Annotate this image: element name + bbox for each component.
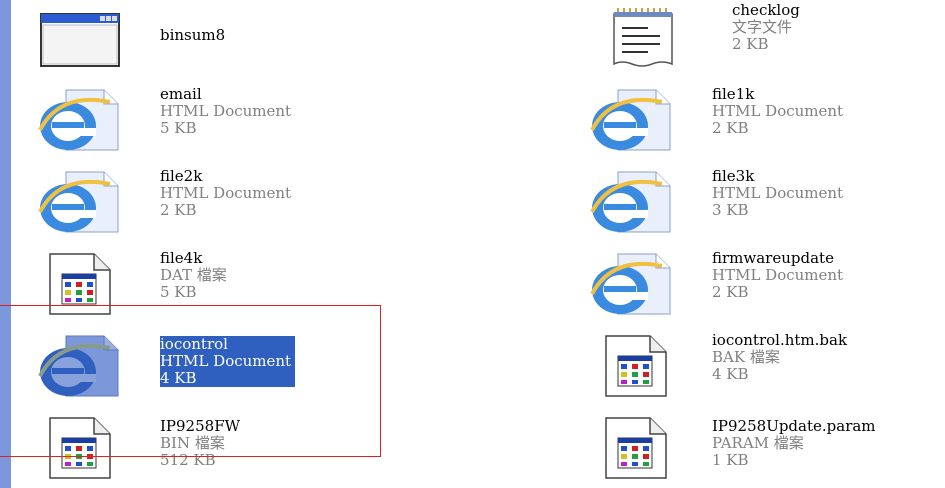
ie-html-icon: [590, 88, 674, 152]
file-item-ip9258fw[interactable]: IP9258FW BIN 檔案 512 KB: [0, 412, 330, 482]
generic-file-icon: [604, 416, 688, 480]
notepad-text-icon: [610, 4, 694, 68]
ie-html-icon: [590, 170, 674, 234]
file-size: 5 KB: [160, 283, 197, 301]
file-item-checklog[interactable]: checklog 文字文件 2 KB: [610, 0, 940, 70]
file-name: file2k: [160, 167, 203, 185]
file-item-email[interactable]: email HTML Document 5 KB: [0, 84, 330, 154]
file-item-binsum8[interactable]: binsum8: [0, 0, 330, 70]
file-type: DAT 檔案: [160, 266, 227, 284]
file-size: 2 KB: [732, 35, 769, 53]
file-type: HTML Document: [160, 102, 292, 120]
file-name: IP9258Update.param: [712, 417, 876, 435]
file-size: 2 KB: [712, 283, 749, 301]
file-name: IP9258FW: [160, 417, 241, 435]
file-size: 512 KB: [160, 451, 216, 469]
ie-html-icon: [38, 334, 122, 398]
file-item-iocontrol-htm-bak[interactable]: iocontrol.htm.bak BAK 檔案 4 KB: [600, 330, 930, 400]
file-item-ip9258update-param[interactable]: IP9258Update.param PARAM 檔案 1 KB: [600, 412, 930, 482]
file-name: checklog: [732, 1, 800, 19]
file-type: HTML Document: [712, 184, 844, 202]
file-size: 3 KB: [712, 201, 749, 219]
file-name: iocontrol.htm.bak: [712, 331, 848, 349]
generic-file-icon: [48, 416, 132, 480]
file-item-file4k[interactable]: file4k DAT 檔案 5 KB: [0, 248, 330, 318]
file-size: 2 KB: [160, 201, 197, 219]
file-size: 5 KB: [160, 119, 197, 137]
window-app-icon: [38, 4, 122, 68]
file-name: binsum8: [160, 26, 226, 44]
ie-html-icon: [590, 252, 674, 316]
file-name: file1k: [712, 85, 755, 103]
file-type: HTML Document: [160, 184, 292, 202]
file-size: 1 KB: [712, 451, 749, 469]
generic-file-icon: [48, 252, 132, 316]
file-item-file2k[interactable]: file2k HTML Document 2 KB: [0, 166, 330, 236]
file-size: 2 KB: [712, 119, 749, 137]
file-type: BAK 檔案: [712, 348, 780, 366]
file-type: 文字文件: [732, 18, 793, 36]
ie-html-icon: [38, 170, 122, 234]
file-type: HTML Document: [712, 102, 844, 120]
file-type: HTML Document: [160, 352, 292, 370]
file-name: firmwareupdate: [712, 249, 834, 267]
file-type: BIN 檔案: [160, 434, 225, 452]
file-item-firmwareupdate[interactable]: firmwareupdate HTML Document 2 KB: [590, 248, 920, 318]
file-type: HTML Document: [712, 266, 844, 284]
file-name: email: [160, 85, 202, 103]
file-name: file3k: [712, 167, 755, 185]
file-name: file4k: [160, 249, 203, 267]
generic-file-icon: [604, 334, 688, 398]
file-size: 4 KB: [160, 369, 197, 387]
file-item-iocontrol[interactable]: iocontrol HTML Document 4 KB: [0, 330, 330, 400]
ie-html-icon: [38, 88, 122, 152]
file-item-file3k[interactable]: file3k HTML Document 3 KB: [590, 166, 920, 236]
file-item-file1k[interactable]: file1k HTML Document 2 KB: [590, 84, 920, 154]
file-type: PARAM 檔案: [712, 434, 804, 452]
file-size: 4 KB: [712, 365, 749, 383]
file-name: iocontrol: [160, 335, 228, 353]
